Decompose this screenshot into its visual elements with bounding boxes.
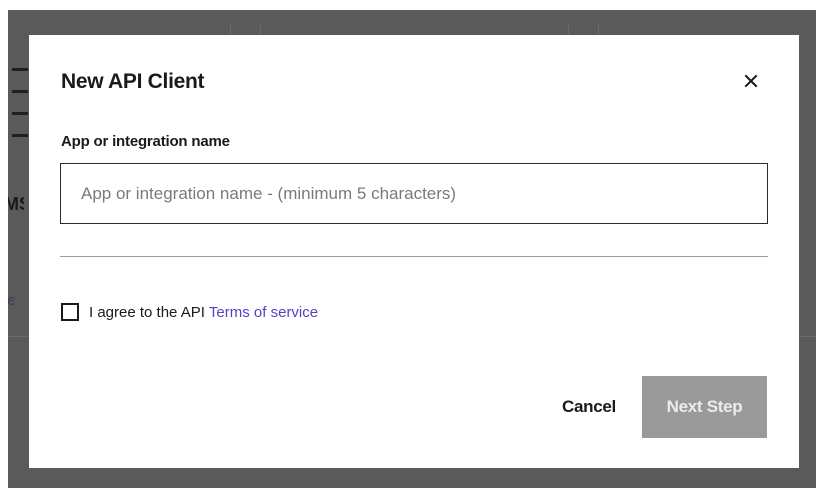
app-name-label: App or integration name bbox=[61, 133, 230, 150]
terms-agreement-text: I agree to the API bbox=[89, 303, 205, 321]
app-name-input[interactable] bbox=[60, 163, 768, 224]
terms-checkbox[interactable] bbox=[61, 303, 79, 321]
terms-of-service-link[interactable]: Terms of service bbox=[209, 304, 318, 321]
dialog-title: New API Client bbox=[61, 70, 205, 93]
server-rack-icon bbox=[10, 68, 30, 140]
new-api-client-dialog: New API Client App or integration name I… bbox=[29, 35, 799, 468]
viewport: MS ore New API Client App or integration… bbox=[0, 0, 816, 498]
background-partial-link: ore bbox=[8, 292, 14, 309]
background-partial-heading: MS bbox=[8, 194, 24, 214]
close-icon bbox=[744, 74, 758, 88]
terms-agreement-row: I agree to the API Terms of service bbox=[61, 302, 318, 322]
next-step-button[interactable]: Next Step bbox=[642, 376, 767, 438]
close-button[interactable] bbox=[741, 71, 761, 91]
form-divider bbox=[60, 256, 768, 257]
cancel-button[interactable]: Cancel bbox=[547, 376, 631, 438]
